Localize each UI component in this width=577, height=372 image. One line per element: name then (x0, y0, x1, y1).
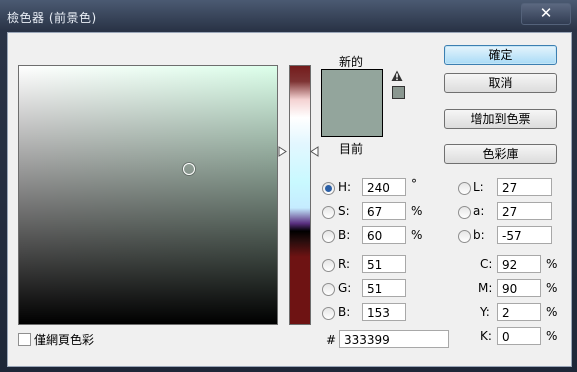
hue-slider-left-arrow-icon[interactable] (278, 146, 287, 157)
brightness-label: B: (338, 228, 351, 242)
hue-slider[interactable] (289, 65, 311, 325)
gamut-warning-icon[interactable] (391, 70, 403, 85)
red-radio[interactable] (322, 259, 335, 272)
web-colors-only-checkbox[interactable] (18, 333, 31, 346)
magenta-unit: % (546, 281, 558, 295)
close-button[interactable]: ✕ (521, 3, 571, 25)
a-channel-label: a: (473, 204, 485, 218)
a-channel-input[interactable]: 27 (497, 202, 552, 220)
cyan-unit: % (546, 257, 558, 271)
color-field-cursor[interactable] (183, 163, 195, 175)
green-radio[interactable] (322, 283, 335, 296)
ok-button[interactable]: 確定 (444, 45, 557, 65)
brightness-unit: % (411, 228, 423, 242)
green-label: G: (338, 281, 352, 295)
window-title: 檢色器 (前景色) (7, 11, 97, 25)
web-colors-only-label[interactable]: 僅網頁色彩 (34, 331, 94, 348)
hue-radio[interactable] (322, 182, 335, 195)
yellow-input[interactable]: 2 (497, 303, 541, 321)
yellow-label: Y: (480, 305, 490, 319)
b-channel-input[interactable]: -57 (497, 226, 552, 244)
b-channel-label: b: (473, 228, 485, 242)
red-input[interactable]: 51 (362, 255, 406, 273)
magenta-input[interactable]: 90 (497, 279, 541, 297)
hue-input[interactable]: 240 (362, 178, 406, 196)
saturation-label: S: (338, 204, 350, 218)
web-safe-cube-icon[interactable] (392, 86, 405, 99)
current-color-label: 目前 (339, 142, 364, 156)
hue-unit: ° (411, 177, 417, 191)
new-color-label: 新的 (339, 55, 364, 69)
saturation-unit: % (411, 204, 423, 218)
color-swatch (321, 69, 383, 137)
hue-label: H: (338, 180, 352, 194)
black-label: K: (480, 329, 492, 343)
blue-input[interactable]: 153 (362, 303, 406, 321)
brightness-radio[interactable] (322, 230, 335, 243)
add-to-swatches-button[interactable]: 增加到色票 (444, 109, 557, 129)
yellow-unit: % (546, 305, 558, 319)
lightness-label: L: (473, 180, 484, 194)
saturation-input[interactable]: 67 (362, 202, 406, 220)
saturation-radio[interactable] (322, 206, 335, 219)
color-picker-window: 檢色器 (前景色) ✕ 新的 目前 確定 取消 增加到色票 色彩庫 H: 240 (0, 0, 577, 372)
blue-radio[interactable] (322, 307, 335, 320)
blue-label: B: (338, 305, 351, 319)
brightness-input[interactable]: 60 (362, 226, 406, 244)
color-libraries-button[interactable]: 色彩庫 (444, 144, 557, 164)
hex-label: # (326, 333, 337, 347)
red-label: R: (338, 257, 351, 271)
cancel-button[interactable]: 取消 (444, 73, 557, 93)
dialog-content: 新的 目前 確定 取消 增加到色票 色彩庫 H: 240 ° S: 67 % B… (7, 32, 572, 367)
lightness-radio[interactable] (458, 182, 471, 195)
magenta-label: M: (478, 281, 493, 295)
saturation-brightness-field[interactable] (18, 65, 278, 325)
cyan-label: C: (480, 257, 493, 271)
title-bar[interactable]: 檢色器 (前景色) ✕ (0, 0, 577, 32)
black-unit: % (546, 329, 558, 343)
hex-input[interactable]: 333399 (339, 330, 449, 348)
lightness-input[interactable]: 27 (497, 178, 552, 196)
cyan-input[interactable]: 92 (497, 255, 541, 273)
green-input[interactable]: 51 (362, 279, 406, 297)
black-input[interactable]: 0 (497, 327, 541, 345)
hue-slider-right-arrow-icon[interactable] (310, 146, 319, 157)
a-channel-radio[interactable] (458, 206, 471, 219)
b-channel-radio[interactable] (458, 230, 471, 243)
